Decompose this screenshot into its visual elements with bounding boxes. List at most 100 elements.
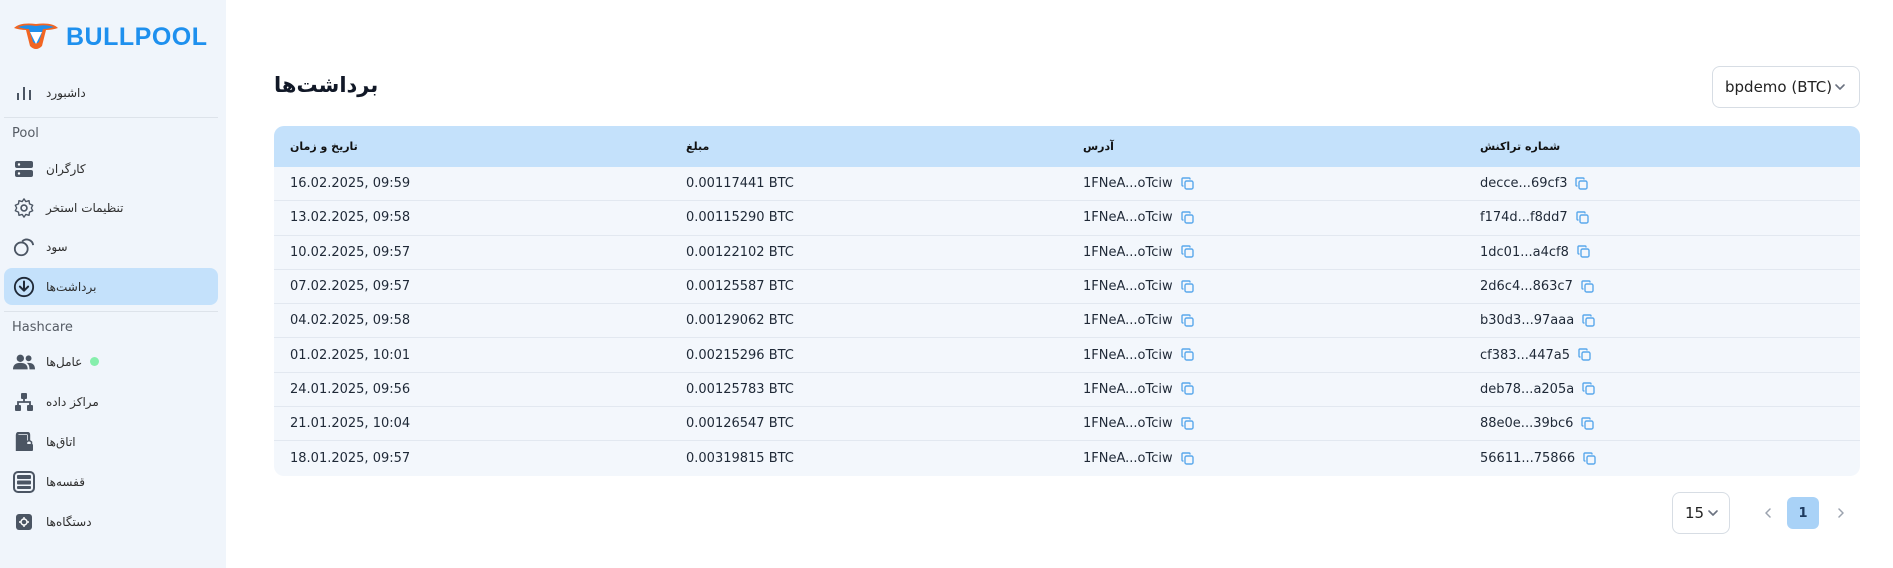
copy-txid-icon[interactable]: [1582, 314, 1596, 328]
copy-address-icon[interactable]: [1180, 417, 1195, 431]
rack-icon: [12, 470, 36, 494]
address-text: 1FNeA...oTciw: [1083, 451, 1173, 467]
column-header-amount[interactable]: مبلغ: [686, 140, 709, 153]
table-row: 01.02.2025, 10:01 0.00215296 BTC 1FNeA...o…: [274, 338, 1860, 373]
sidebar-item-label: سود: [46, 239, 68, 254]
online-status-dot: [90, 357, 100, 366]
table-row: 18.01.2025, 09:57 0.00319815 BTC 1FNeA...o…: [274, 441, 1860, 475]
copy-address-icon[interactable]: [1180, 382, 1195, 396]
cell-txid: f174d...f8dd7: [1480, 210, 1590, 225]
txid-text: 2d6c4...863c7: [1480, 279, 1573, 295]
copy-txid-icon[interactable]: [1577, 245, 1591, 259]
table-row: 13.02.2025, 09:58 0.00115290 BTC 1FNeA...o…: [274, 201, 1860, 236]
cell-address: 1FNeA...oTciw: [1083, 245, 1195, 260]
txid-text: f174d...f8dd7: [1480, 210, 1568, 226]
sidebar: BULLPOOL داشبورد Pool کارگران تنظیمات اس…: [0, 0, 226, 568]
cell-datetime: 13.02.2025, 09:58: [290, 210, 411, 226]
table-row: 21.01.2025, 10:04 0.00126547 BTC 1FNeA...o…: [274, 407, 1860, 442]
coins-icon: [12, 235, 36, 259]
cell-datetime: 04.02.2025, 09:58: [290, 313, 411, 329]
cell-address: 1FNeA...oTciw: [1083, 416, 1195, 431]
address-text: 1FNeA...oTciw: [1083, 210, 1173, 226]
sidebar-item-label: اتاق‌ها: [46, 434, 76, 449]
sidebar-item-label: مراکز داده: [46, 394, 99, 409]
sidebar-item-datacenters[interactable]: مراکز داده: [4, 383, 218, 420]
download-circle-icon: [12, 275, 36, 299]
copy-address-icon[interactable]: [1180, 176, 1195, 191]
copy-txid-icon[interactable]: [1575, 176, 1589, 191]
section-pool: Pool: [12, 126, 39, 141]
withdrawals-table: تاریخ و زمان مبلغ آدرس شماره تراکنش 16.0…: [274, 126, 1860, 476]
cell-txid: b30d3...97aaa: [1480, 313, 1596, 328]
copy-address-icon[interactable]: [1180, 451, 1195, 466]
cell-address: 1FNeA...oTciw: [1083, 313, 1195, 328]
address-text: 1FNeA...oTciw: [1083, 416, 1173, 432]
address-text: 1FNeA...oTciw: [1083, 244, 1173, 260]
column-header-datetime[interactable]: تاریخ و زمان: [290, 140, 358, 153]
cell-amount: 0.00117441 BTC: [686, 176, 794, 192]
sidebar-item-label: کارگران: [46, 161, 86, 176]
chevron-down-icon: [1708, 510, 1718, 516]
logo[interactable]: BULLPOOL: [12, 20, 208, 54]
cell-amount: 0.00115290 BTC: [686, 210, 794, 226]
bar-chart-icon: [12, 81, 36, 105]
copy-txid-icon[interactable]: [1583, 451, 1597, 466]
cell-amount: 0.00319815 BTC: [686, 451, 794, 467]
copy-address-icon[interactable]: [1180, 348, 1195, 362]
account-select[interactable]: bpdemo (BTC): [1712, 66, 1860, 108]
sidebar-item-profit[interactable]: سود: [4, 228, 218, 265]
sidebar-item-label: دستگاه‌ها: [46, 514, 92, 529]
brand-name: BULLPOOL: [66, 22, 208, 51]
sidebar-item-withdrawals[interactable]: برداشت‌ها: [4, 268, 218, 305]
copy-txid-icon[interactable]: [1575, 211, 1590, 225]
sidebar-item-label: داشبورد: [46, 85, 86, 100]
txid-text: decce...69cf3: [1480, 176, 1568, 192]
cell-amount: 0.00126547 BTC: [686, 416, 794, 432]
table-row: 07.02.2025, 09:57 0.00125587 BTC 1FNeA...o…: [274, 270, 1860, 305]
page-size-select[interactable]: 15: [1672, 492, 1730, 534]
copy-txid-icon[interactable]: [1582, 382, 1596, 396]
sidebar-item-rooms[interactable]: اتاق‌ها: [4, 423, 218, 460]
address-text: 1FNeA...oTciw: [1083, 176, 1173, 192]
sidebar-item-racks[interactable]: قفسه‌ها: [4, 463, 218, 500]
divider: [4, 311, 218, 312]
cell-amount: 0.00129062 BTC: [686, 313, 794, 329]
next-page-button[interactable]: [1829, 501, 1853, 525]
page-button-current[interactable]: 1: [1787, 497, 1819, 529]
cell-address: 1FNeA...oTciw: [1083, 210, 1195, 225]
copy-address-icon[interactable]: [1180, 245, 1195, 259]
column-header-address[interactable]: آدرس: [1083, 140, 1114, 153]
table-header: تاریخ و زمان مبلغ آدرس شماره تراکنش: [274, 126, 1860, 167]
cell-txid: decce...69cf3: [1480, 176, 1589, 191]
cell-datetime: 18.01.2025, 09:57: [290, 451, 411, 467]
copy-address-icon[interactable]: [1180, 211, 1195, 225]
sidebar-item-workers[interactable]: کارگران: [4, 150, 218, 187]
page-title: برداشت‌ها: [274, 73, 379, 97]
copy-txid-icon[interactable]: [1578, 348, 1592, 362]
cell-amount: 0.00125587 BTC: [686, 279, 794, 295]
column-header-txid[interactable]: شماره تراکنش: [1480, 140, 1560, 153]
cell-datetime: 21.01.2025, 10:04: [290, 416, 411, 432]
copy-address-icon[interactable]: [1180, 314, 1195, 328]
copy-txid-icon[interactable]: [1581, 279, 1595, 294]
cell-amount: 0.00122102 BTC: [686, 244, 794, 260]
sidebar-item-label: عامل‌ها: [46, 354, 83, 369]
cell-txid: 1dc01...a4cf8: [1480, 245, 1591, 260]
sidebar-item-agents[interactable]: عامل‌ها: [4, 343, 218, 380]
table-body: 16.02.2025, 09:59 0.00117441 BTC 1FNeA...o…: [274, 167, 1860, 476]
prev-page-button[interactable]: [1756, 501, 1780, 525]
sidebar-item-devices[interactable]: دستگاه‌ها: [4, 503, 218, 540]
cell-address: 1FNeA...oTciw: [1083, 382, 1195, 397]
bull-logo-icon: [14, 23, 58, 49]
cell-datetime: 07.02.2025, 09:57: [290, 279, 411, 295]
copy-txid-icon[interactable]: [1581, 417, 1595, 431]
address-text: 1FNeA...oTciw: [1083, 313, 1173, 329]
door-lock-icon: [12, 430, 36, 454]
copy-address-icon[interactable]: [1180, 279, 1195, 294]
page-size-value: 15: [1685, 504, 1705, 522]
cell-amount: 0.00215296 BTC: [686, 347, 794, 363]
network-icon: [12, 390, 36, 414]
cell-address: 1FNeA...oTciw: [1083, 348, 1195, 363]
sidebar-item-pool-settings[interactable]: تنظیمات استخر: [4, 189, 218, 226]
sidebar-item-dashboard[interactable]: داشبورد: [4, 74, 218, 111]
